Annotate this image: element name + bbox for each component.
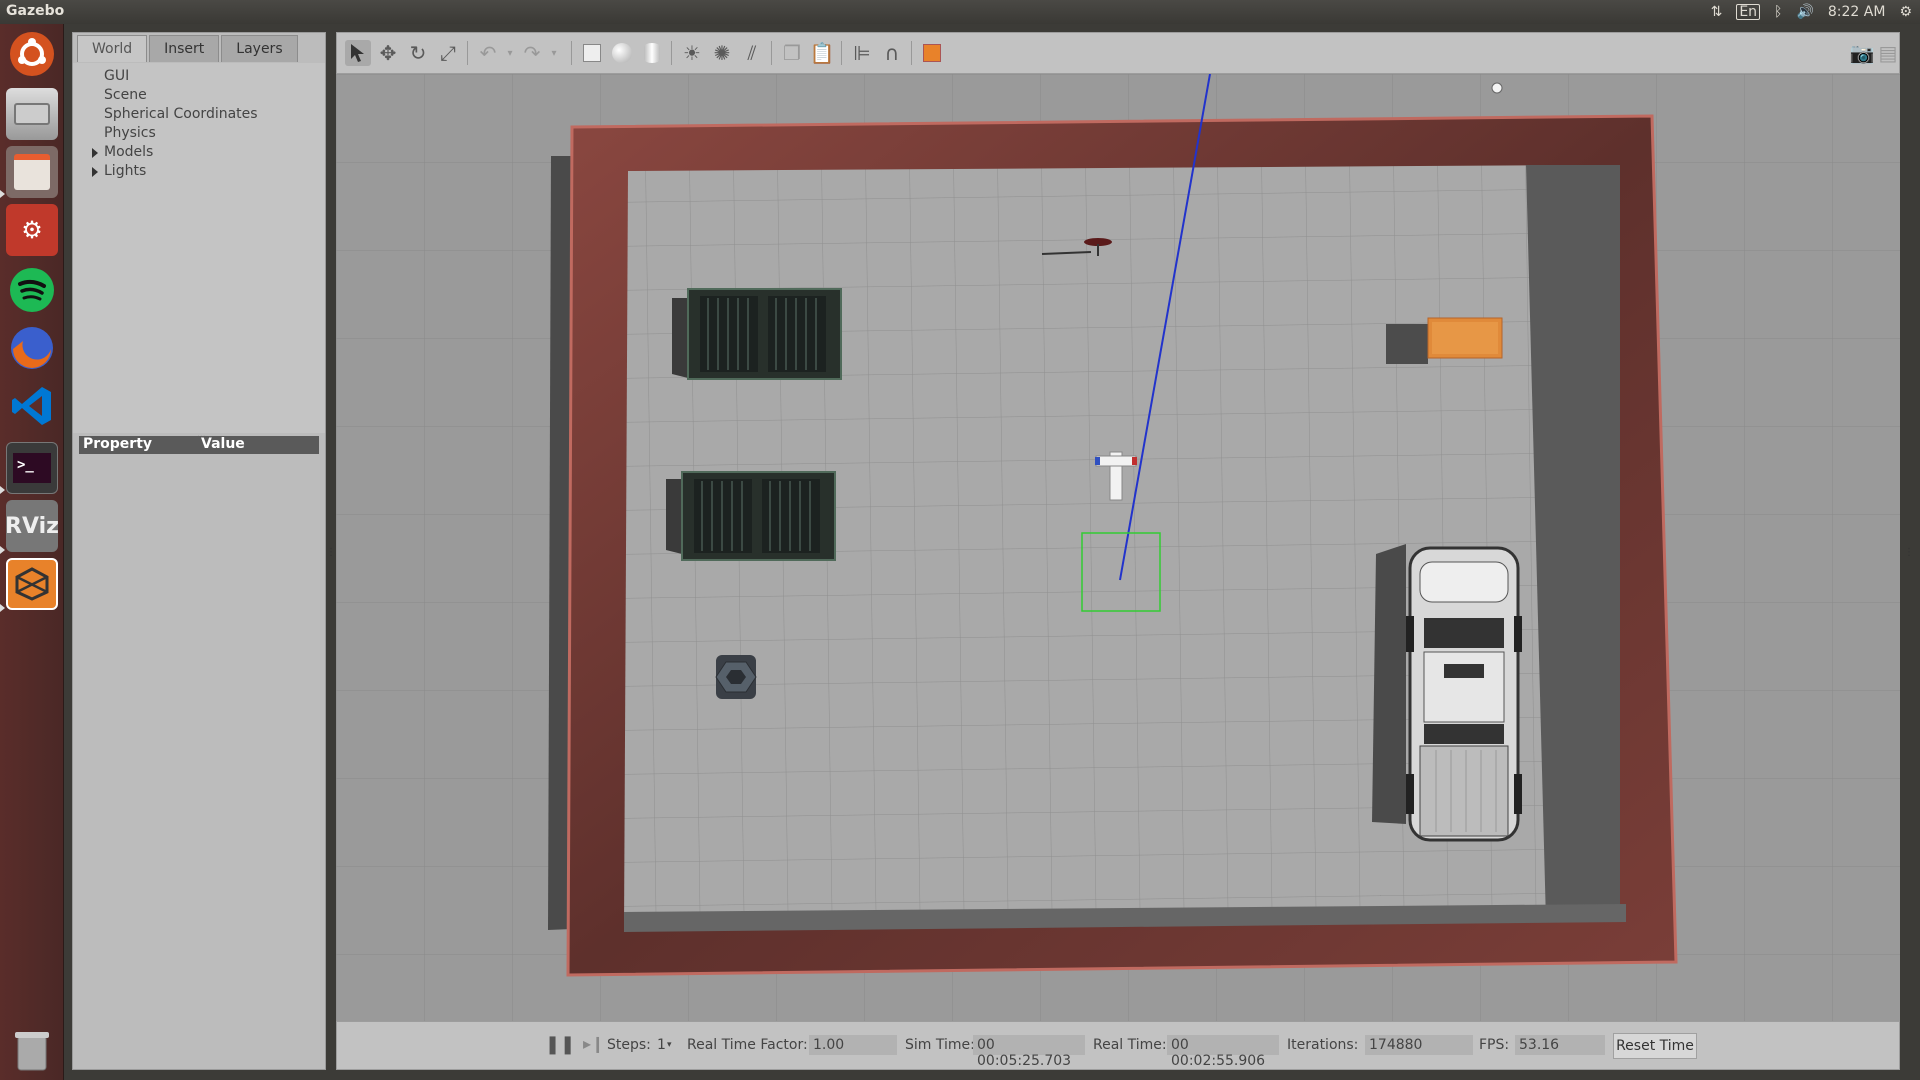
- screenshot-icon[interactable]: 📷: [1849, 40, 1875, 66]
- terminal-icon[interactable]: >_: [6, 442, 58, 494]
- value-column-header[interactable]: Value: [201, 436, 245, 452]
- tree-item-spherical-coordinates[interactable]: Spherical Coordinates: [104, 106, 258, 122]
- steps-dropdown-icon[interactable]: ▾: [667, 1040, 672, 1050]
- redo-history-icon[interactable]: ▾: [541, 40, 567, 66]
- rviz-icon[interactable]: RViz: [5, 500, 59, 552]
- real-time-factor-value: 1.00: [809, 1035, 897, 1055]
- select-mode-icon[interactable]: [345, 40, 371, 66]
- bluetooth-icon[interactable]: ᛒ: [1774, 4, 1782, 20]
- box-shape-icon[interactable]: [579, 40, 605, 66]
- real-time-factor-label: Real Time Factor:: [687, 1037, 808, 1053]
- tree-item-models-label: Models: [104, 144, 154, 160]
- property-table-header: Property Value: [79, 436, 319, 454]
- light-source-icon[interactable]: [1491, 82, 1503, 94]
- trash-icon[interactable]: [6, 1024, 58, 1076]
- iterations-label: Iterations:: [1287, 1037, 1359, 1053]
- world-panel: World Insert Layers GUI Scene Spherical …: [72, 32, 326, 1070]
- system-top-bar: Gazebo ⇅ En ᛒ 🔊 8:22 AM ⚙: [0, 0, 1920, 24]
- vscode-icon[interactable]: [6, 380, 58, 432]
- point-light-icon[interactable]: ☀: [679, 40, 705, 66]
- copy-icon[interactable]: ❐: [779, 40, 805, 66]
- steps-value[interactable]: 1: [657, 1037, 666, 1053]
- tab-world[interactable]: World: [77, 35, 148, 62]
- left-panel-collapse-handle[interactable]: ⋮: [326, 547, 336, 558]
- shelf-model-1[interactable]: [672, 288, 842, 380]
- panel-tabs: World Insert Layers: [77, 35, 300, 62]
- tree-item-physics[interactable]: Physics: [104, 125, 156, 141]
- cylinder-shape-icon[interactable]: [639, 40, 665, 66]
- real-time-value: 00 00:02:55.906: [1167, 1035, 1279, 1069]
- gazebo-icon[interactable]: [6, 558, 58, 610]
- tree-item-scene[interactable]: Scene: [104, 87, 147, 103]
- 3d-scene-viewport[interactable]: [336, 74, 1900, 1021]
- orange-box-model[interactable]: [1386, 317, 1503, 364]
- system-tray: ⇅ En ᛒ 🔊 8:22 AM ⚙: [1711, 2, 1912, 22]
- right-panel-collapse-handle[interactable]: ⋮: [1904, 547, 1914, 558]
- rotate-mode-icon[interactable]: ↻: [405, 40, 431, 66]
- fps-label: FPS:: [1479, 1037, 1510, 1053]
- iterations-value: 174880: [1365, 1035, 1473, 1055]
- tab-insert[interactable]: Insert: [149, 35, 220, 62]
- simulation-status-bar: ❚❚ ▸❙ Steps: 1 ▾ Real Time Factor: 1.00 …: [336, 1021, 1900, 1070]
- shelf-model-2[interactable]: [666, 471, 836, 561]
- tree-item-gui[interactable]: GUI: [104, 68, 129, 84]
- ubuntu-logo-icon[interactable]: [10, 32, 54, 76]
- unity-launcher: ⚙ >_ RViz: [0, 24, 64, 1080]
- expand-arrow-icon[interactable]: [92, 148, 98, 158]
- sim-time-label: Sim Time:: [905, 1037, 975, 1053]
- align-icon[interactable]: ⊫: [849, 40, 875, 66]
- spotify-icon[interactable]: [6, 264, 58, 316]
- snap-icon[interactable]: ∩: [879, 40, 905, 66]
- settings-gear-icon[interactable]: ⚙: [1899, 4, 1912, 20]
- property-column-header[interactable]: Property: [83, 436, 152, 452]
- firefox-icon[interactable]: [6, 322, 58, 374]
- pickup-truck-model[interactable]: [1372, 544, 1522, 842]
- record-log-icon[interactable]: ▤: [1875, 40, 1901, 66]
- change-view-icon[interactable]: [919, 40, 945, 66]
- reset-time-button[interactable]: Reset Time: [1613, 1033, 1697, 1059]
- steps-label: Steps:: [607, 1037, 651, 1053]
- tree-item-models[interactable]: Models: [92, 144, 154, 160]
- real-time-label: Real Time:: [1093, 1037, 1167, 1053]
- gear-wrench-icon[interactable]: ⚙: [6, 204, 58, 256]
- clock[interactable]: 8:22 AM: [1828, 4, 1886, 20]
- step-icon[interactable]: ▸❙: [583, 1034, 604, 1053]
- directional-light-icon[interactable]: ⫽: [739, 40, 765, 66]
- window-title: Gazebo: [6, 3, 65, 19]
- hard-drive-icon[interactable]: [6, 88, 58, 140]
- spot-light-icon[interactable]: ✺: [709, 40, 735, 66]
- fps-value: 53.16: [1515, 1035, 1605, 1055]
- expand-arrow-icon[interactable]: [92, 167, 98, 177]
- network-arrows-icon[interactable]: ⇅: [1711, 4, 1723, 20]
- main-toolbar: ✥ ↻ ⤢ ↶ ▾ ↷ ▾ ☀ ✺ ⫽ ❐ 📋 ⊫ ∩ 📷 ▤: [336, 32, 1900, 74]
- keyboard-layout-indicator[interactable]: En: [1736, 4, 1761, 20]
- robot-model-small[interactable]: [715, 655, 757, 699]
- volume-icon[interactable]: 🔊: [1796, 4, 1813, 20]
- paste-icon[interactable]: 📋: [809, 40, 835, 66]
- scale-mode-icon[interactable]: ⤢: [435, 40, 461, 66]
- sim-time-value: 00 00:05:25.703: [973, 1035, 1085, 1069]
- tree-item-lights-label: Lights: [104, 163, 147, 179]
- scene-render: [336, 74, 1900, 1021]
- translate-mode-icon[interactable]: ✥: [375, 40, 401, 66]
- pause-icon[interactable]: ❚❚: [545, 1034, 575, 1055]
- tab-layers[interactable]: Layers: [221, 35, 298, 62]
- file-cabinet-icon[interactable]: [6, 146, 58, 198]
- world-tree: GUI Scene Spherical Coordinates Physics …: [73, 63, 325, 433]
- tree-item-lights[interactable]: Lights: [92, 163, 147, 179]
- sphere-shape-icon[interactable]: [609, 40, 635, 66]
